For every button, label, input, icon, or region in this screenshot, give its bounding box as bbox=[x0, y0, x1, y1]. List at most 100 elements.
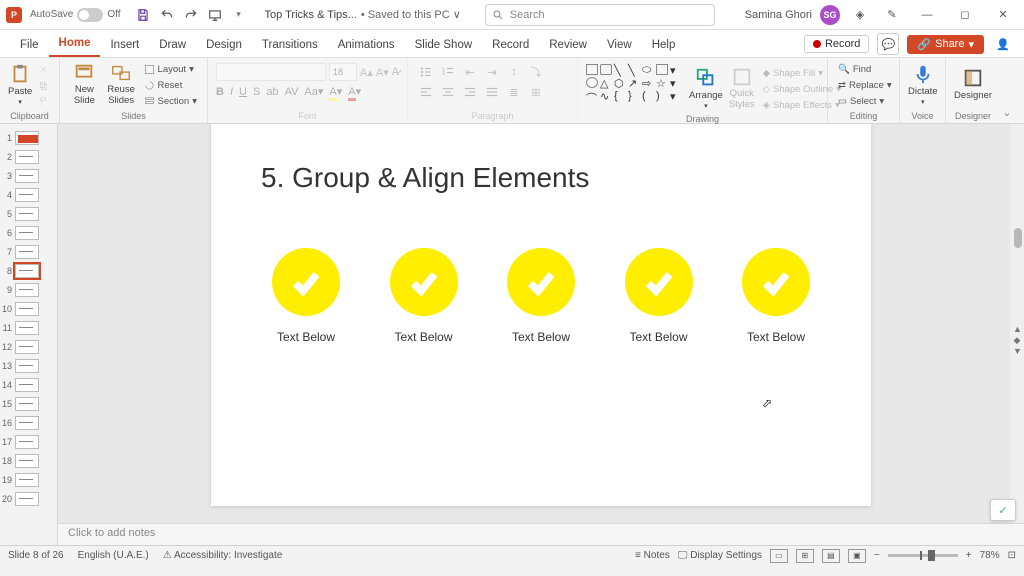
minimize-button[interactable]: — bbox=[912, 0, 942, 30]
font-family-select[interactable] bbox=[216, 63, 326, 81]
undo-icon[interactable] bbox=[158, 6, 176, 24]
status-language[interactable]: English (U.A.E.) bbox=[78, 550, 149, 561]
thumb-slide-19[interactable]: 19 bbox=[2, 470, 55, 489]
quick-styles-button[interactable]: Quick Styles bbox=[729, 64, 755, 112]
highlight-button[interactable]: A▾ bbox=[329, 85, 342, 98]
thumb-slide-15[interactable]: 15 bbox=[2, 394, 55, 413]
comments-button[interactable]: 💬 bbox=[877, 33, 899, 55]
thumb-slide-7[interactable]: 7 bbox=[2, 242, 55, 261]
thumb-slide-1[interactable]: 1 bbox=[2, 128, 55, 147]
new-slide-button[interactable]: New Slide bbox=[68, 60, 101, 108]
designer-button[interactable]: Designer bbox=[954, 60, 992, 108]
align-left-icon[interactable] bbox=[416, 83, 436, 101]
tab-transitions[interactable]: Transitions bbox=[252, 35, 328, 57]
status-notes[interactable]: ≡ Notes bbox=[635, 550, 670, 561]
shapes-gallery[interactable]: ╲╲⬭▾ △⬡↗⇨☆▾ ⌒∿{}()▾ bbox=[586, 64, 683, 102]
text-direction-icon[interactable]: ⤵ bbox=[526, 63, 546, 81]
status-display[interactable]: 🖵 Display Settings bbox=[678, 550, 762, 561]
fit-window-button[interactable]: ⊡ bbox=[1008, 550, 1016, 561]
slide-nav-handles[interactable]: ▲◆▼ bbox=[1013, 324, 1021, 354]
floating-confirm-icon[interactable]: ✓ bbox=[990, 499, 1016, 521]
thumb-slide-18[interactable]: 18 bbox=[2, 451, 55, 470]
thumb-slide-20[interactable]: 20 bbox=[2, 489, 55, 508]
ribbon-collapse-icon[interactable]: ⌄ bbox=[1000, 58, 1014, 123]
shrink-font-icon[interactable]: A▾ bbox=[376, 66, 389, 79]
tab-design[interactable]: Design bbox=[196, 35, 252, 57]
close-button[interactable]: ✕ bbox=[988, 0, 1018, 30]
tab-view[interactable]: View bbox=[597, 35, 642, 57]
thumb-slide-14[interactable]: 14 bbox=[2, 375, 55, 394]
thumb-slide-10[interactable]: 10 bbox=[2, 299, 55, 318]
thumb-slide-8[interactable]: 8 bbox=[2, 261, 55, 280]
ink-icon[interactable]: ✎ bbox=[883, 6, 901, 24]
font-color-button[interactable]: A▾ bbox=[348, 85, 361, 98]
align-center-icon[interactable] bbox=[438, 83, 458, 101]
coming-soon-icon[interactable]: ◈ bbox=[851, 6, 869, 24]
start-slideshow-icon[interactable] bbox=[206, 6, 224, 24]
indent-icon[interactable]: ⇥ bbox=[482, 63, 502, 81]
line-spacing-icon[interactable]: ↕ bbox=[504, 63, 524, 81]
save-icon[interactable] bbox=[134, 6, 152, 24]
zoom-out-button[interactable]: − bbox=[874, 550, 880, 561]
record-button[interactable]: Record bbox=[804, 35, 869, 53]
thumb-slide-5[interactable]: 5 bbox=[2, 204, 55, 223]
align-right-icon[interactable] bbox=[460, 83, 480, 101]
tab-insert[interactable]: Insert bbox=[100, 35, 149, 57]
arrange-button[interactable]: Arrange▾ bbox=[689, 64, 723, 112]
share-button[interactable]: 🔗 Share ▾ bbox=[907, 35, 984, 54]
thumb-slide-11[interactable]: 11 bbox=[2, 318, 55, 337]
slide-canvas[interactable]: 5. Group & Align Elements Text BelowText… bbox=[211, 124, 871, 506]
tab-review[interactable]: Review bbox=[539, 35, 597, 57]
thumb-slide-9[interactable]: 9 bbox=[2, 280, 55, 299]
zoom-slider[interactable] bbox=[888, 554, 958, 557]
reuse-slides-button[interactable]: Reuse Slides bbox=[105, 60, 138, 108]
tab-slideshow[interactable]: Slide Show bbox=[405, 35, 483, 57]
font-size-select[interactable]: 18 bbox=[329, 63, 357, 81]
thumb-slide-16[interactable]: 16 bbox=[2, 413, 55, 432]
tab-home[interactable]: Home bbox=[49, 33, 101, 57]
account-button[interactable]: 👤 bbox=[992, 33, 1014, 55]
bullets-icon[interactable] bbox=[416, 63, 436, 81]
dedent-icon[interactable]: ⇤ bbox=[460, 63, 480, 81]
numbering-icon[interactable]: 12 bbox=[438, 63, 458, 81]
search-box[interactable]: Search bbox=[485, 4, 715, 26]
shape-outline-button[interactable]: ◇ Shape Outline ▾ bbox=[761, 82, 843, 97]
italic-button[interactable]: I bbox=[230, 86, 233, 98]
redo-icon[interactable] bbox=[182, 6, 200, 24]
sorter-view-button[interactable]: ⊞ bbox=[796, 549, 814, 563]
grow-font-icon[interactable]: A▴ bbox=[360, 66, 373, 79]
slide-thumbnails[interactable]: 1234567891011121314151617181920 bbox=[0, 124, 58, 545]
layout-button[interactable]: Layout ▾ bbox=[142, 62, 199, 77]
clear-format-icon[interactable]: A̷ bbox=[392, 66, 399, 78]
tab-file[interactable]: File bbox=[10, 35, 49, 57]
thumb-slide-2[interactable]: 2 bbox=[2, 147, 55, 166]
paste-button[interactable]: Paste▾ bbox=[8, 60, 32, 108]
tab-help[interactable]: Help bbox=[642, 35, 686, 57]
qat-customize-icon[interactable]: ▾ bbox=[230, 6, 248, 24]
tab-animations[interactable]: Animations bbox=[328, 35, 405, 57]
doc-status[interactable]: • Saved to this PC ∨ bbox=[361, 8, 461, 21]
status-accessibility[interactable]: ⚠ Accessibility: Investigate bbox=[163, 550, 283, 561]
user-name[interactable]: Samina Ghori bbox=[745, 9, 812, 21]
thumb-slide-17[interactable]: 17 bbox=[2, 432, 55, 451]
thumb-slide-4[interactable]: 4 bbox=[2, 185, 55, 204]
format-painter-button[interactable] bbox=[36, 94, 51, 109]
smartart-icon[interactable]: ⊞ bbox=[526, 83, 546, 101]
maximize-button[interactable]: ◻ bbox=[950, 0, 980, 30]
tab-record[interactable]: Record bbox=[482, 35, 539, 57]
replace-button[interactable]: ⇄ Replace ▾ bbox=[836, 78, 894, 93]
columns-icon[interactable]: ≣ bbox=[504, 83, 524, 101]
strike-button[interactable]: S bbox=[253, 86, 260, 98]
doc-title[interactable]: Top Tricks & Tips... bbox=[265, 9, 357, 21]
shadow-button[interactable]: ab bbox=[266, 86, 278, 98]
avatar[interactable]: SG bbox=[820, 5, 840, 25]
slideshow-view-button[interactable]: ▣ bbox=[848, 549, 866, 563]
autosave-toggle[interactable] bbox=[77, 8, 103, 22]
shape-effects-button[interactable]: ◈ Shape Effects ▾ bbox=[761, 98, 843, 113]
shape-fill-button[interactable]: ◆ Shape Fill ▾ bbox=[761, 66, 843, 81]
normal-view-button[interactable]: ▭ bbox=[770, 549, 788, 563]
find-button[interactable]: 🔍 Find bbox=[836, 62, 894, 77]
case-button[interactable]: Aa▾ bbox=[304, 85, 323, 98]
bold-button[interactable]: B bbox=[216, 86, 224, 98]
reset-button[interactable]: Reset bbox=[142, 78, 199, 93]
